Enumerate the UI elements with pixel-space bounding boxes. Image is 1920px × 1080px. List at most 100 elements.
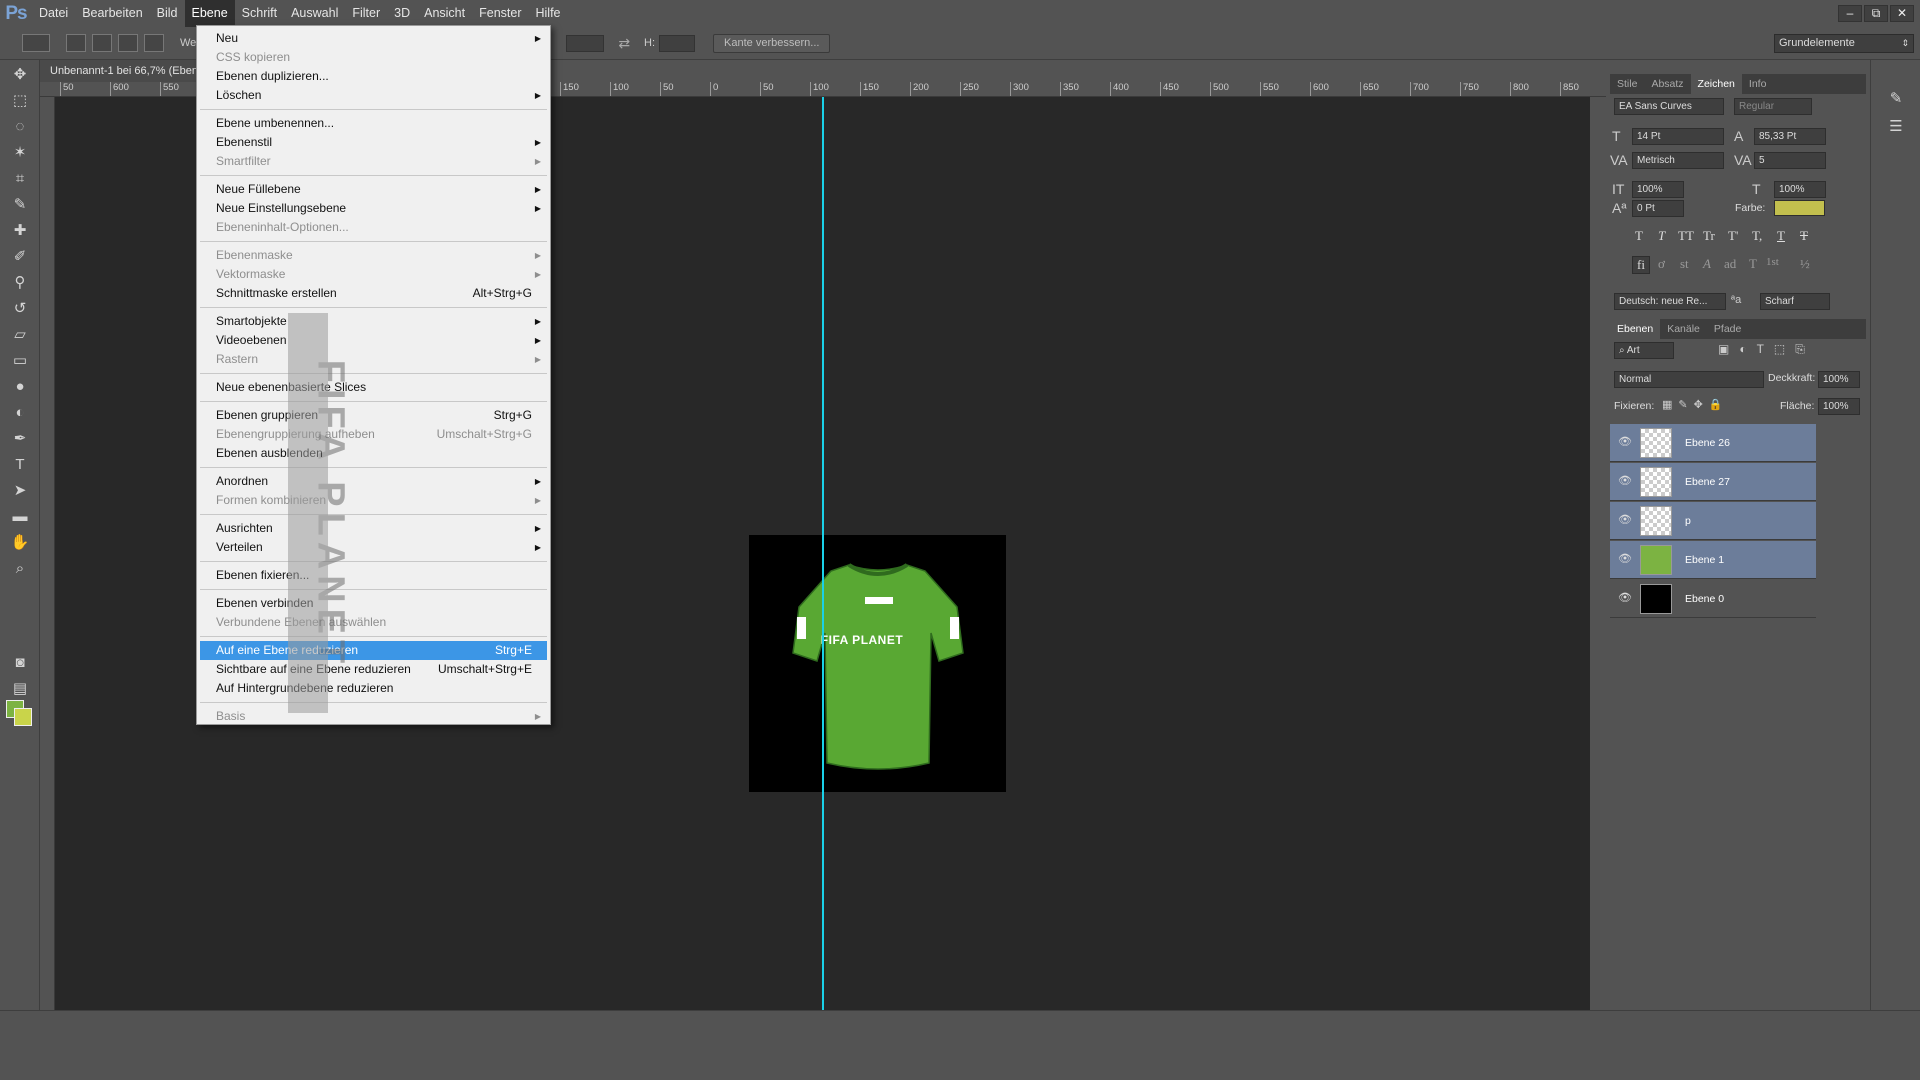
menu-item[interactable]: Ebenen duplizieren... [200,67,547,86]
swash-button[interactable]: A [1703,256,1711,272]
menu-item[interactable]: Löschen ▶ [200,86,547,105]
refine-edge-button[interactable]: Kante verbessern... [713,33,831,53]
menu-filter[interactable]: Filter [345,0,387,27]
hand-tool-icon[interactable]: ✋ [9,532,31,554]
menu-item[interactable]: Schnittmaske erstellen Alt+Strg+G [200,284,547,303]
horizontal-scale-input[interactable]: 100% [1774,181,1826,198]
vertical-scale-input[interactable]: 100% [1632,181,1684,198]
document-tab[interactable]: Unbenannt-1 bei 66,7% (Ebene [40,60,200,82]
small-caps-button[interactable]: Tr [1703,228,1715,244]
pen-tool-icon[interactable]: ✒ [9,428,31,450]
menu-item[interactable]: Ebene umbenennen... [200,114,547,133]
eraser-tool-icon[interactable]: ▱ [9,324,31,346]
font-family-select[interactable]: EA Sans Curves [1614,98,1724,115]
new-selection-icon[interactable] [66,34,86,52]
clone-stamp-icon[interactable]: ⚲ [9,272,31,294]
discretionary-ligatures-button[interactable]: st [1680,256,1689,272]
layer-row[interactable]: 👁 Ebene 0 [1610,580,1816,618]
tab-kanaele[interactable]: Kanäle [1660,319,1707,339]
eye-icon[interactable]: 👁 [1618,474,1632,487]
menu-item[interactable]: Smartobjekte ▶ [200,312,547,331]
all-caps-button[interactable]: TT [1678,228,1694,244]
quick-mask-icon[interactable]: ◙ [9,652,31,674]
menu-bild[interactable]: Bild [150,0,185,27]
brush-preset-icon[interactable]: ✎ [1885,88,1907,110]
baseline-shift-input[interactable]: 0 Pt [1632,200,1684,217]
titling-alternates-button[interactable]: T [1749,256,1757,272]
layer-row[interactable]: 👁 p [1610,502,1816,540]
layer-row[interactable]: 👁 Ebene 1 [1610,541,1816,579]
brush-tool-icon[interactable]: ✐ [9,246,31,268]
strikethrough-button[interactable]: T [1800,228,1808,244]
tab-pfade[interactable]: Pfade [1707,319,1748,339]
tab-info[interactable]: Info [1742,74,1774,94]
crop-tool-icon[interactable]: ⌗ [9,168,31,190]
menu-item[interactable]: Ausrichten ▶ [200,519,547,538]
menu-hilfe[interactable]: Hilfe [529,0,568,27]
background-color-swatch[interactable] [14,708,32,726]
menu-item[interactable]: Verteilen ▶ [200,538,547,557]
swap-icon[interactable]: ⇄ [618,35,630,52]
vertical-scrollbar[interactable] [1590,97,1606,1010]
menu-item[interactable]: Anordnen ▶ [200,472,547,491]
marquee-tool-icon[interactable]: ⬚ [9,90,31,112]
ligatures-button[interactable]: fi [1632,256,1650,274]
path-selection-icon[interactable]: ➤ [9,480,31,502]
lasso-tool-icon[interactable]: ◌ [9,116,31,138]
lock-icons[interactable]: ▦✎✥🔒 [1662,398,1729,411]
tab-stile[interactable]: Stile [1610,74,1644,94]
layer-row[interactable]: 👁 Ebene 27 [1610,463,1816,501]
menu-item[interactable]: Videoebenen ▶ [200,331,547,350]
subtract-selection-icon[interactable] [118,34,138,52]
menu-item[interactable]: Neue Füllebene ▶ [200,180,547,199]
leading-input[interactable]: 85,33 Pt [1754,128,1826,145]
intersect-selection-icon[interactable] [144,34,164,52]
menu-item[interactable]: Ebenen verbinden [200,594,547,613]
eye-icon[interactable]: 👁 [1618,513,1632,526]
menu-item[interactable]: Sichtbare auf eine Ebene reduzierenUmsch… [200,660,547,679]
fractions-button[interactable]: ½ [1800,256,1810,272]
type-tool-icon[interactable]: T [9,454,31,476]
menu-item[interactable]: Neue ebenenbasierte Slices [200,378,547,397]
eye-icon[interactable]: 👁 [1618,435,1632,448]
tab-absatz[interactable]: Absatz [1644,74,1690,94]
antialias-select[interactable]: Scharf [1760,293,1830,310]
menu-auswahl[interactable]: Auswahl [284,0,345,27]
restore-button[interactable]: ⧉ [1864,5,1888,22]
close-button[interactable]: ✕ [1890,5,1914,22]
move-tool-icon[interactable]: ✥ [9,64,31,86]
superscript-button[interactable]: T' [1728,228,1738,244]
menu-3d[interactable]: 3D [387,0,417,27]
layer-filter-icons[interactable]: ▣◐T⬚⎘ [1718,342,1815,357]
menu-schrift[interactable]: Schrift [235,0,284,27]
faux-italic-button[interactable]: T [1658,228,1665,244]
marquee-tool-preset-icon[interactable] [22,34,50,52]
menu-fenster[interactable]: Fenster [472,0,528,27]
tracking-input[interactable]: 5 [1754,152,1826,169]
blur-tool-icon[interactable]: ● [9,376,31,398]
font-style-select[interactable]: Regular [1734,98,1812,115]
menu-item[interactable]: Ebenen ausblenden [200,444,547,463]
healing-brush-icon[interactable]: ✚ [9,220,31,242]
guide-line[interactable] [822,97,824,1010]
gradient-tool-icon[interactable]: ▭ [9,350,31,372]
menu-item[interactable]: Auf Hintergrundebene reduzieren [200,679,547,698]
tab-ebenen[interactable]: Ebenen [1610,319,1661,339]
font-size-input[interactable]: 14 Pt [1632,128,1724,145]
menu-ansicht[interactable]: Ansicht [417,0,472,27]
opacity-input[interactable]: 100% [1818,371,1860,388]
contextual-alternates-button[interactable]: ơ [1658,256,1665,272]
dodge-tool-icon[interactable]: ◐ [9,402,31,424]
menu-item[interactable]: Neue Einstellungsebene ▶ [200,199,547,218]
zoom-tool-icon[interactable]: ⌕ [9,558,31,580]
history-brush-icon[interactable]: ↺ [9,298,31,320]
magic-wand-icon[interactable]: ✶ [9,142,31,164]
ordinals-button[interactable]: 1st [1766,256,1779,268]
menu-item[interactable]: Ebenen gruppieren Strg+G [200,406,547,425]
fill-input[interactable]: 100% [1818,398,1860,415]
menu-item[interactable]: Neu ▶ [200,29,547,48]
underline-button[interactable]: T [1777,228,1785,244]
blend-mode-select[interactable]: Normal [1614,371,1764,388]
eye-icon[interactable]: 👁 [1618,552,1632,565]
menu-ebene[interactable]: Ebene [184,0,235,27]
